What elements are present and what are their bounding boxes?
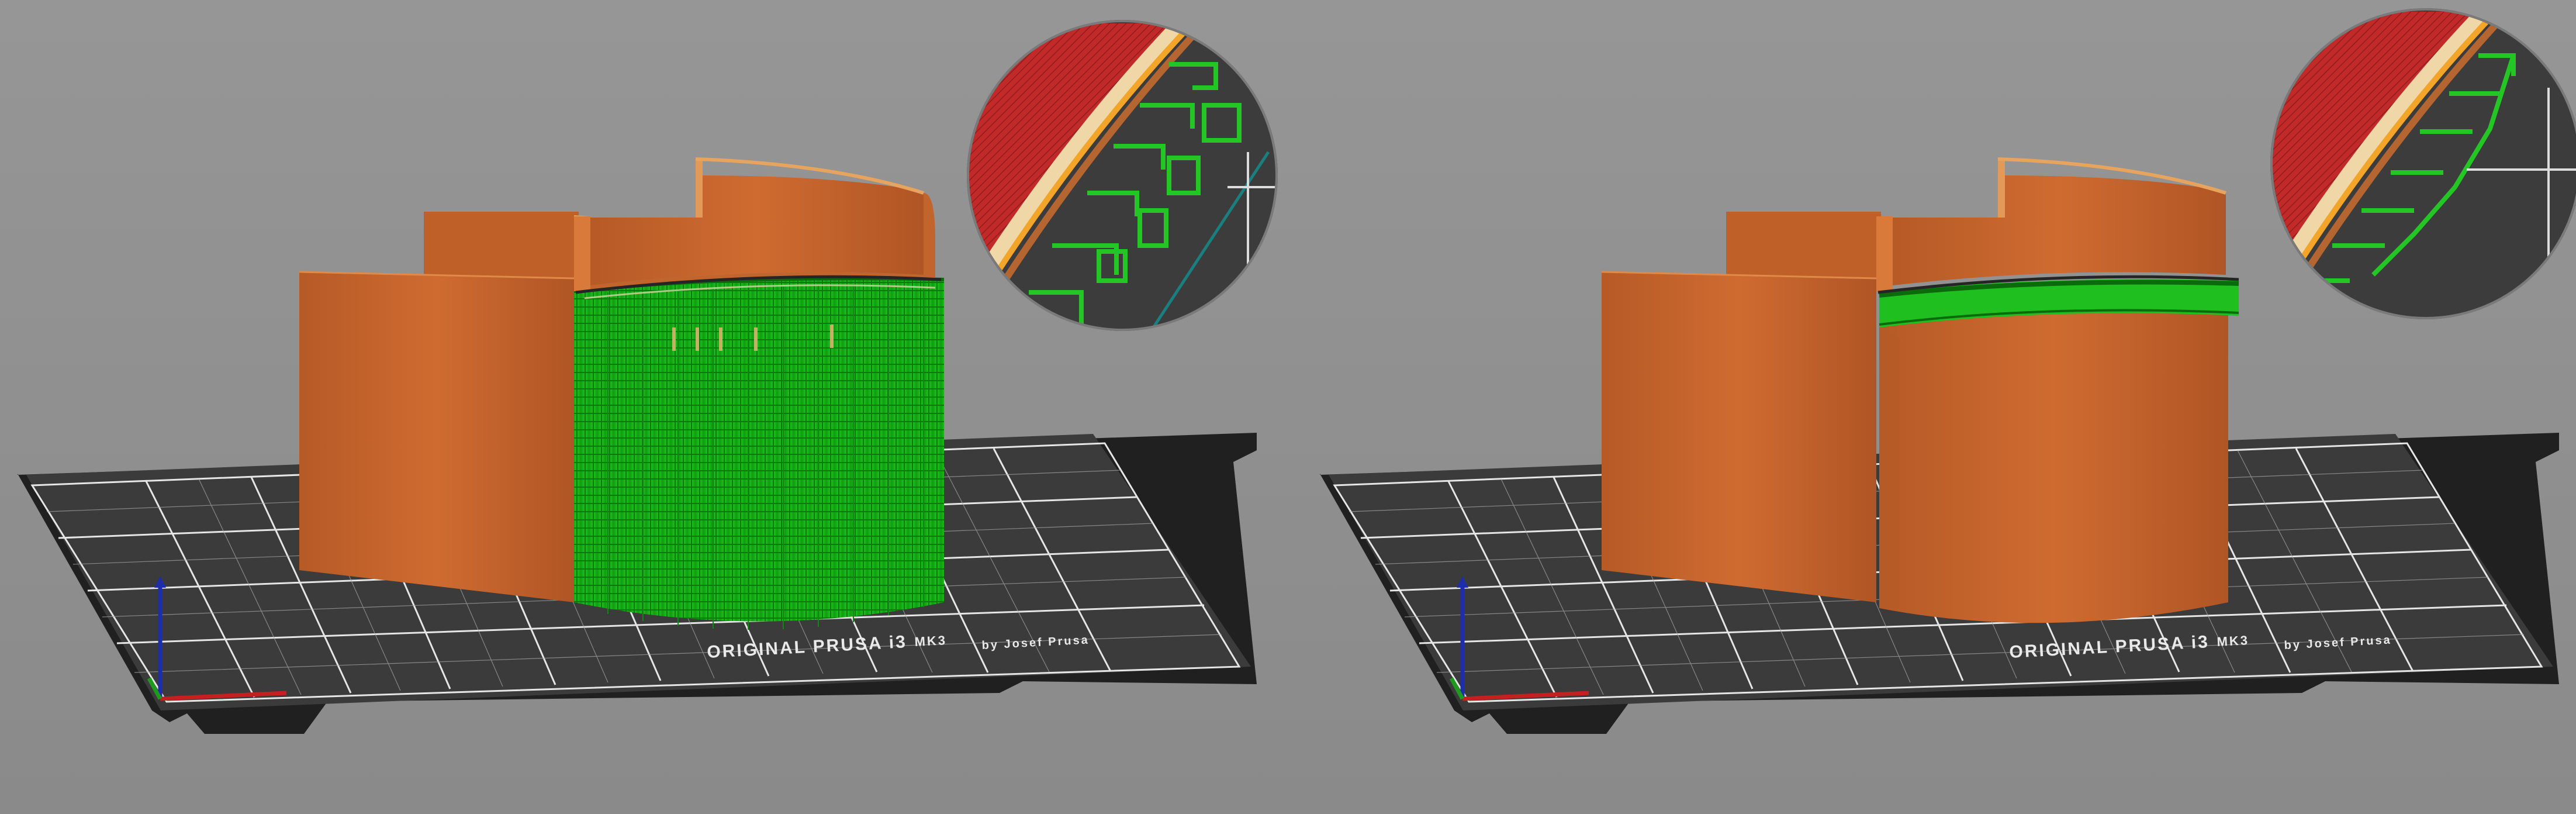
model-wall-front xyxy=(299,272,574,602)
model-lower-body xyxy=(1879,304,2228,623)
model-wall-back xyxy=(1726,212,1881,278)
bed-model-label: MK3 xyxy=(2217,633,2250,649)
viewport-comparison: ORIGINAL PRUSA i3 MK3 by Josef Prusa ORI… xyxy=(0,0,2576,814)
model-wall-front xyxy=(1602,272,1876,602)
model-wall-back xyxy=(424,212,579,278)
bed-model-label: MK3 xyxy=(914,633,948,649)
